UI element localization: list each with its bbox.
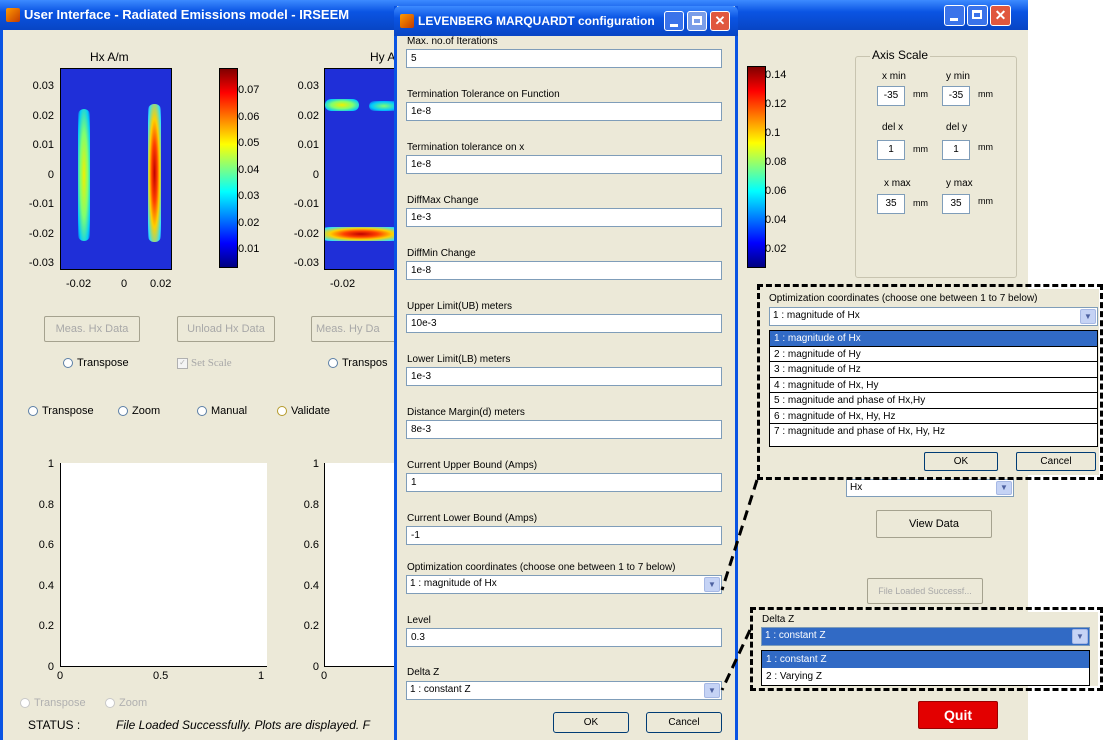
callout-connectors — [720, 479, 759, 691]
deltaz-connector-line — [720, 629, 752, 691]
opt-connector-line — [720, 479, 759, 591]
